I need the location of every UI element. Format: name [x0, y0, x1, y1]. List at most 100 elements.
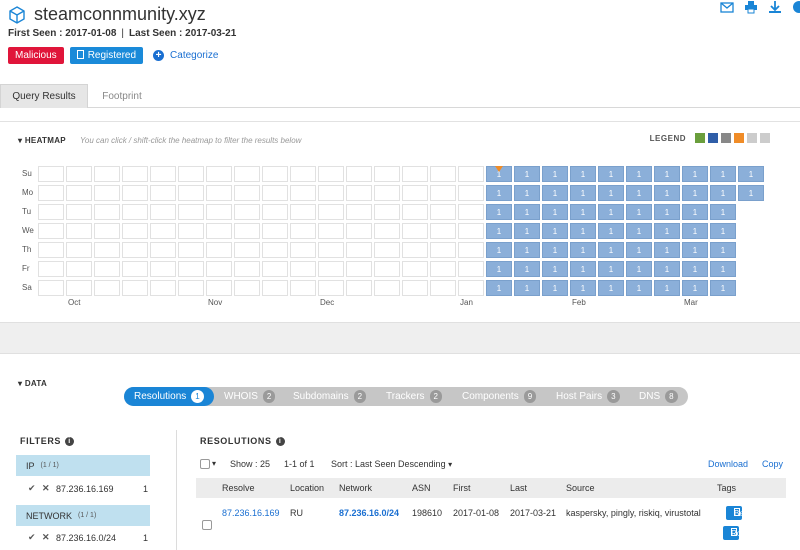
heatmap-cell[interactable] — [122, 185, 148, 201]
column-last[interactable]: Last — [510, 483, 527, 493]
heatmap-cell[interactable] — [122, 242, 148, 258]
tab-components[interactable]: Components 9 — [462, 387, 537, 406]
heatmap-cell[interactable] — [122, 166, 148, 182]
heatmap-cell[interactable] — [150, 185, 176, 201]
heatmap-cell[interactable]: 1 — [514, 242, 540, 258]
categorize-link[interactable]: + Categorize — [153, 50, 218, 61]
registered-badge[interactable]: Registered — [69, 47, 144, 64]
heatmap-cell[interactable] — [94, 261, 120, 277]
heatmap-cell[interactable]: 1 — [542, 204, 568, 220]
column-first[interactable]: First — [453, 483, 471, 493]
heatmap-cell[interactable] — [318, 280, 344, 296]
heatmap-cell[interactable] — [94, 280, 120, 296]
heatmap-cell[interactable] — [94, 204, 120, 220]
heatmap-cell[interactable] — [374, 223, 400, 239]
heatmap-cell[interactable]: 1 — [598, 204, 624, 220]
heatmap-cell[interactable]: 1 — [654, 261, 680, 277]
sort-select[interactable]: Sort : Last Seen Descending ▾ — [331, 459, 452, 469]
tab-whois[interactable]: WHOIS 2 — [224, 387, 276, 406]
settings-icon[interactable] — [792, 0, 800, 14]
heatmap-cell[interactable] — [94, 223, 120, 239]
heatmap-cell[interactable] — [430, 166, 456, 182]
column-source[interactable]: Source — [566, 483, 595, 493]
heatmap-cell[interactable] — [38, 185, 64, 201]
heatmap-cell[interactable]: 1 — [598, 223, 624, 239]
heatmap-cell[interactable] — [318, 204, 344, 220]
heatmap-cell[interactable]: 1 — [486, 204, 512, 220]
heatmap-cell[interactable] — [66, 185, 92, 201]
heatmap-cell[interactable] — [234, 280, 260, 296]
heatmap-cell[interactable]: 1 — [570, 185, 596, 201]
heatmap-cell[interactable] — [318, 223, 344, 239]
heatmap-cell[interactable] — [94, 185, 120, 201]
heatmap-cell[interactable]: 1 — [486, 280, 512, 296]
heatmap-cell[interactable]: 1 — [598, 261, 624, 277]
heatmap-cell[interactable]: 1 — [626, 204, 652, 220]
heatmap-cell[interactable] — [38, 242, 64, 258]
heatmap-cell[interactable]: 1 — [598, 185, 624, 201]
heatmap-cell[interactable]: 1 — [626, 280, 652, 296]
heatmap-cell[interactable] — [346, 261, 372, 277]
resolve-link[interactable]: 87.236.16.169 — [222, 508, 280, 518]
print-icon[interactable] — [744, 0, 758, 14]
info-icon[interactable]: i — [275, 437, 285, 447]
heatmap-cell[interactable]: 1 — [486, 166, 512, 182]
heatmap-cell[interactable] — [206, 242, 232, 258]
heatmap-cell[interactable] — [178, 166, 204, 182]
heatmap-cell[interactable] — [430, 280, 456, 296]
heatmap-cell[interactable] — [38, 280, 64, 296]
heatmap-cell[interactable]: 1 — [514, 223, 540, 239]
heatmap-cell[interactable] — [458, 166, 484, 182]
heatmap-cell[interactable]: 1 — [598, 280, 624, 296]
download-icon[interactable] — [768, 0, 782, 14]
heatmap-cell[interactable] — [458, 204, 484, 220]
heatmap-cell[interactable] — [150, 261, 176, 277]
heatmap-cell[interactable] — [374, 185, 400, 201]
column-tags[interactable]: Tags — [717, 483, 736, 493]
heatmap-cell[interactable] — [346, 204, 372, 220]
heatmap-cell[interactable] — [402, 280, 428, 296]
heatmap-cell[interactable] — [38, 204, 64, 220]
heatmap-cell[interactable] — [374, 261, 400, 277]
heatmap-cell[interactable] — [206, 223, 232, 239]
heatmap-cell[interactable]: 1 — [514, 185, 540, 201]
heatmap-cell[interactable] — [206, 280, 232, 296]
heatmap-cell[interactable]: 1 — [514, 280, 540, 296]
heatmap-cell[interactable] — [178, 223, 204, 239]
heatmap-cell[interactable]: 1 — [654, 223, 680, 239]
heatmap-cell[interactable] — [150, 280, 176, 296]
heatmap-cell[interactable] — [122, 223, 148, 239]
heatmap-cell[interactable]: 1 — [598, 242, 624, 258]
heatmap-cell[interactable]: 1 — [682, 261, 708, 277]
heatmap-cell[interactable]: 1 — [682, 280, 708, 296]
heatmap-cell[interactable] — [318, 166, 344, 182]
heatmap-cell[interactable] — [346, 280, 372, 296]
heatmap-cell[interactable] — [290, 166, 316, 182]
heatmap-cell[interactable] — [38, 261, 64, 277]
heatmap-cell[interactable] — [66, 242, 92, 258]
heatmap-cell[interactable]: 1 — [542, 261, 568, 277]
heatmap-cell[interactable]: 1 — [682, 242, 708, 258]
tag-routable[interactable]: Routable — [723, 526, 763, 540]
heatmap-cell[interactable]: 1 — [542, 223, 568, 239]
tab-footprint[interactable]: Footprint — [88, 84, 156, 108]
heatmap-cell[interactable] — [402, 242, 428, 258]
mail-icon[interactable] — [720, 0, 734, 14]
filter-value[interactable]: 87.236.16.0/24 — [56, 533, 143, 543]
heatmap-cell[interactable] — [178, 242, 204, 258]
column-location[interactable]: Location — [290, 483, 324, 493]
heatmap-cell[interactable] — [402, 166, 428, 182]
heatmap-cell[interactable]: 1 — [710, 166, 736, 182]
heatmap-cell[interactable] — [346, 242, 372, 258]
heatmap-cell[interactable] — [458, 185, 484, 201]
heatmap-cell[interactable] — [402, 185, 428, 201]
heatmap-cell[interactable]: 1 — [710, 223, 736, 239]
heatmap-cell[interactable]: 1 — [542, 280, 568, 296]
heatmap-cell[interactable] — [262, 166, 288, 182]
tab-query-results[interactable]: Query Results — [0, 84, 88, 108]
tab-subdomains[interactable]: Subdomains 2 — [293, 387, 367, 406]
heatmap-cell[interactable] — [374, 280, 400, 296]
exclude-icon[interactable]: ✕ — [42, 532, 56, 543]
heatmap-cell[interactable]: 1 — [570, 242, 596, 258]
heatmap-toggle[interactable]: ▾ HEATMAP — [18, 136, 66, 145]
